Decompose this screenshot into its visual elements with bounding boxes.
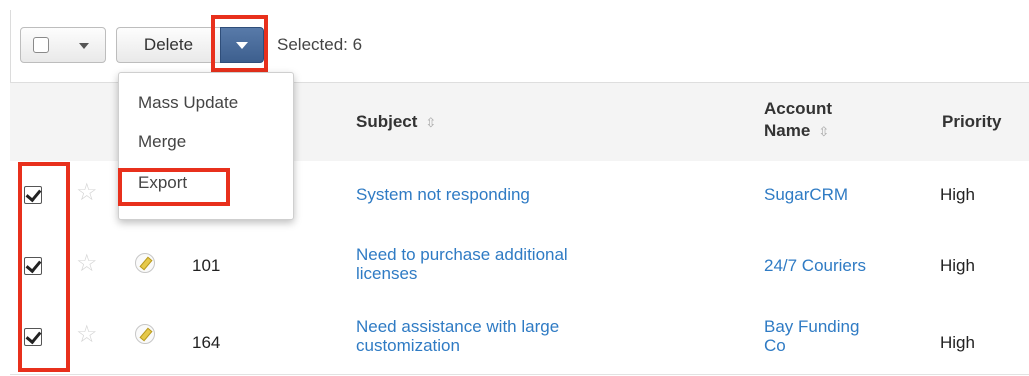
account-link[interactable]: Bay Funding Co (764, 317, 859, 355)
star-icon[interactable]: ☆ (76, 181, 98, 205)
header-account-name[interactable]: Account Name ⇳ (764, 98, 832, 143)
header-account-label: Account (764, 99, 832, 118)
table-row[interactable]: ☆ 164 Need assistance with large customi… (10, 303, 1029, 375)
highlight-box-checkboxes (18, 162, 70, 372)
star-icon[interactable]: ☆ (76, 252, 98, 276)
star-icon[interactable]: ☆ (76, 323, 98, 347)
priority-value: High (940, 256, 975, 275)
pencil-icon[interactable] (135, 253, 155, 273)
delete-button[interactable]: Delete (116, 27, 220, 63)
header-subject-label: Subject (356, 112, 418, 131)
subject-link[interactable]: System not responding (356, 185, 530, 204)
select-all-dropdown[interactable] (20, 27, 106, 63)
chevron-down-icon[interactable] (79, 43, 89, 49)
subject-line: licenses (356, 264, 418, 283)
sort-icon[interactable]: ⇳ (818, 121, 829, 143)
selected-count: Selected: 6 (277, 35, 363, 54)
priority-value: High (940, 333, 975, 352)
subject-line: Need to purchase additional (356, 245, 568, 264)
priority-value: High (940, 185, 975, 204)
subject-link[interactable]: Need to purchase additional licenses (356, 245, 568, 283)
subject-link[interactable]: Need assistance with large customization (356, 317, 559, 355)
highlight-box-actions (211, 15, 268, 72)
subject-line: Need assistance with large (356, 317, 560, 336)
menu-item-merge[interactable]: Merge (138, 132, 186, 152)
table-row[interactable]: ☆ 101 Need to purchase additional licens… (10, 232, 1029, 304)
account-link[interactable]: 24/7 Couriers (764, 256, 866, 275)
pencil-icon[interactable] (135, 324, 155, 344)
case-number: 164 (192, 333, 221, 352)
account-link[interactable]: SugarCRM (764, 185, 848, 204)
account-line: Co (764, 336, 786, 355)
header-subject[interactable]: Subject ⇳ (356, 112, 436, 132)
sort-icon[interactable]: ⇳ (425, 115, 436, 131)
select-all-checkbox[interactable] (33, 37, 49, 53)
account-line: Bay Funding (764, 317, 860, 336)
highlight-box-export (118, 168, 230, 206)
header-priority[interactable]: Priority (942, 112, 1002, 132)
header-account-label: Name (764, 121, 811, 140)
subject-line: customization (356, 336, 460, 355)
menu-item-mass-update[interactable]: Mass Update (138, 93, 238, 113)
case-number: 101 (192, 256, 221, 275)
